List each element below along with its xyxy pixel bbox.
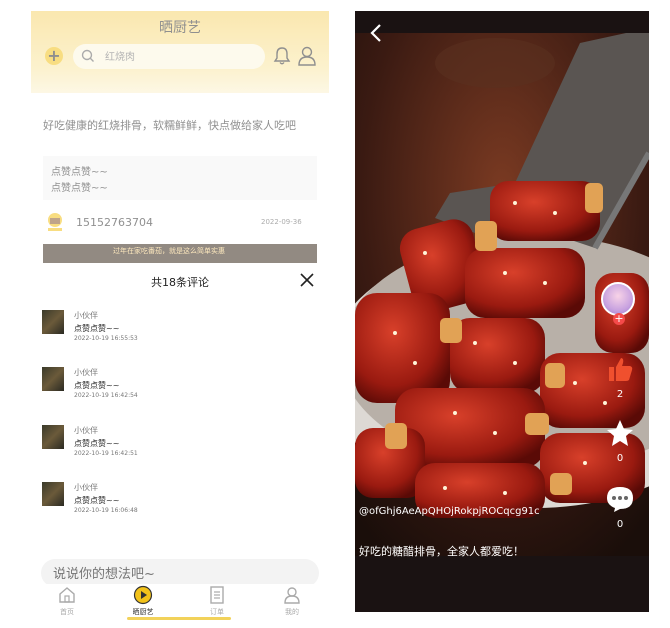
commenter-avatar[interactable] [42,367,64,391]
video-caption: 好吃的糖醋排骨，全家人都爱吃！ [359,545,524,558]
comment-time: 2022-10-19 16:06:48 [74,507,138,514]
like-count: 2 [616,389,624,400]
comment-text: 点赞点赞~~ [74,324,120,333]
chat-bubble-icon [607,487,633,512]
uploader-avatar[interactable] [601,282,635,316]
follow-button[interactable]: + [613,313,625,325]
comment-sheet: 共18条评论 小伙伴 点赞点赞~~ 2022-10-19 16:55:53 小伙… [31,263,329,622]
comment-item: 小伙伴 点赞点赞~~ 2022-10-19 16:42:54 [42,367,312,407]
right-phone-screen: + 2 0 0 @ofGhj6AeApQHOjRokpjROCqcg91c 好吃… [355,11,649,612]
comment-input[interactable] [51,564,305,584]
commenter-avatar[interactable] [42,310,64,334]
favorite-button[interactable]: 0 [603,418,637,464]
thumbs-up-icon [609,358,633,381]
comment-item: 小伙伴 点赞点赞~~ 2022-10-19 16:55:53 [42,310,312,350]
star-icon [607,420,633,446]
tab-label: 我的 [285,608,299,616]
comment-count: 0 [616,519,624,530]
tab-home[interactable]: 首页 [42,584,92,622]
comment-input-box[interactable] [41,559,319,587]
tab-label: 晒厨艺 [132,608,154,616]
order-list-icon [210,586,224,604]
play-circle-icon [133,585,153,605]
profile-icon [284,587,300,604]
comment-text: 点赞点赞~~ [74,496,120,505]
left-phone-screen: 晒厨艺 + 好吃健康的红烧排骨，软糯鲜鲜，快点做给家人吃吧 点赞点赞~~ 点赞点… [31,11,329,622]
tab-profile[interactable]: 我的 [267,584,317,622]
commenter-name[interactable]: 小伙伴 [74,425,98,436]
tab-label: 首页 [60,608,74,616]
comment-button[interactable]: 0 [603,484,637,530]
favorite-count: 0 [616,453,624,464]
commenter-avatar[interactable] [42,425,64,449]
tab-label: 订单 [210,608,224,616]
comment-item: 小伙伴 点赞点赞~~ 2022-10-19 16:06:48 [42,482,312,522]
comment-time: 2022-10-19 16:42:51 [74,450,138,457]
commenter-avatar[interactable] [42,482,64,506]
dim-overlay[interactable] [31,11,329,273]
close-icon[interactable] [299,272,315,288]
comment-item: 小伙伴 点赞点赞~~ 2022-10-19 16:42:51 [42,425,312,465]
commenter-name[interactable]: 小伙伴 [74,367,98,378]
comment-time: 2022-10-19 16:55:53 [74,335,138,342]
comment-count-title: 共18条评论 [151,276,209,289]
comment-text: 点赞点赞~~ [74,381,120,390]
commenter-name[interactable]: 小伙伴 [74,482,98,493]
back-arrow-icon[interactable] [369,23,383,43]
commenter-name[interactable]: 小伙伴 [74,310,98,321]
uploader-handle[interactable]: @ofGhj6AeApQHOjRokpjROCqcg91c [359,505,559,518]
like-button[interactable]: 2 [603,354,637,400]
home-indicator [127,617,231,620]
comment-time: 2022-10-19 16:42:54 [74,392,138,399]
comment-text: 点赞点赞~~ [74,439,120,448]
home-icon [59,587,75,603]
